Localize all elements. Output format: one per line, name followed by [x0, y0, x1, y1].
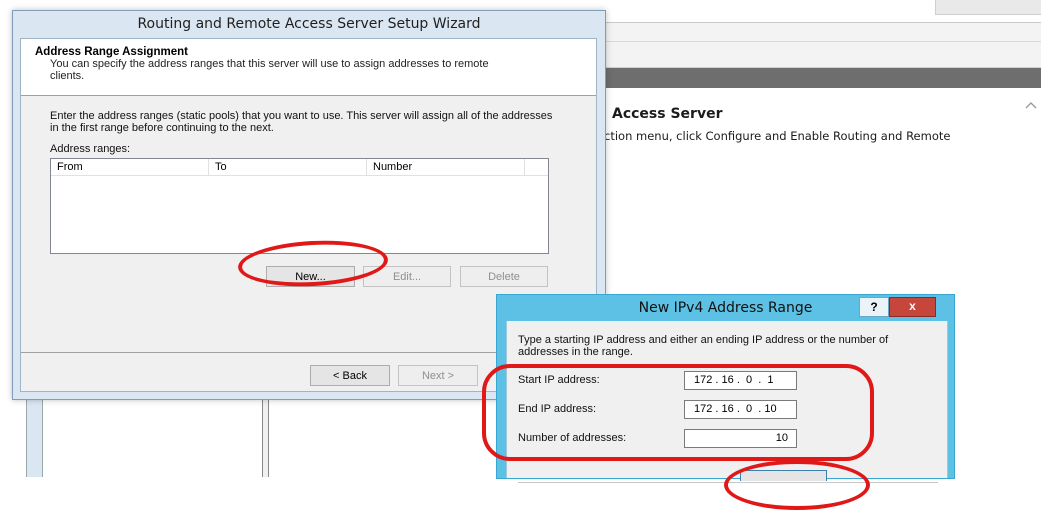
next-button[interactable]: Next >: [398, 365, 478, 386]
list-header: From To Number: [51, 159, 548, 176]
column-from[interactable]: From: [51, 159, 209, 175]
scroll-up-icon[interactable]: [1024, 100, 1038, 112]
background-frame-left: [26, 398, 43, 477]
background-splitter[interactable]: [262, 398, 269, 477]
wizard-instructions: Enter the address ranges (static pools) …: [50, 110, 553, 134]
background-header-bar: [604, 68, 1041, 88]
end-ip-label: End IP address:: [518, 403, 597, 415]
wizard-title: Routing and Remote Access Server Setup W…: [137, 16, 481, 32]
address-count-field[interactable]: 10: [684, 429, 797, 448]
back-button[interactable]: < Back: [310, 365, 390, 386]
address-ranges-list[interactable]: From To Number: [50, 158, 549, 254]
background-instruction-text: ction menu, click Configure and Enable R…: [604, 129, 951, 143]
column-number[interactable]: Number: [367, 159, 525, 175]
start-ip-field[interactable]: 172 . 16 . 0 . 1: [684, 371, 797, 390]
delete-range-button[interactable]: Delete: [460, 266, 548, 287]
wizard-page-title: Address Range Assignment: [35, 46, 188, 58]
edit-range-button[interactable]: Edit...: [363, 266, 451, 287]
end-ip-field[interactable]: 172 . 16 . 0 . 10: [684, 400, 797, 419]
new-ipv4-range-dialog: New IPv4 Address Range ? x Type a starti…: [496, 294, 955, 483]
wizard-page-subtitle: You can specify the address ranges that …: [50, 58, 489, 82]
close-icon[interactable]: x: [889, 297, 936, 317]
new-range-button[interactable]: New...: [266, 266, 355, 287]
address-count-label: Number of addresses:: [518, 432, 627, 444]
dialog-body: Type a starting IP address and either an…: [506, 321, 948, 483]
background-heading: Access Server: [612, 106, 723, 122]
help-icon[interactable]: ?: [859, 297, 889, 317]
background-window-controls: [935, 0, 1041, 15]
background-toolbar: [604, 23, 1041, 68]
address-ranges-label: Address ranges:: [50, 143, 131, 155]
start-ip-label: Start IP address:: [518, 374, 600, 386]
wizard-header: Address Range Assignment You can specify…: [21, 39, 596, 96]
ok-button[interactable]: [740, 470, 827, 481]
column-to[interactable]: To: [209, 159, 367, 175]
dialog-divider: [518, 482, 938, 483]
dialog-description: Type a starting IP address and either an…: [518, 334, 889, 358]
